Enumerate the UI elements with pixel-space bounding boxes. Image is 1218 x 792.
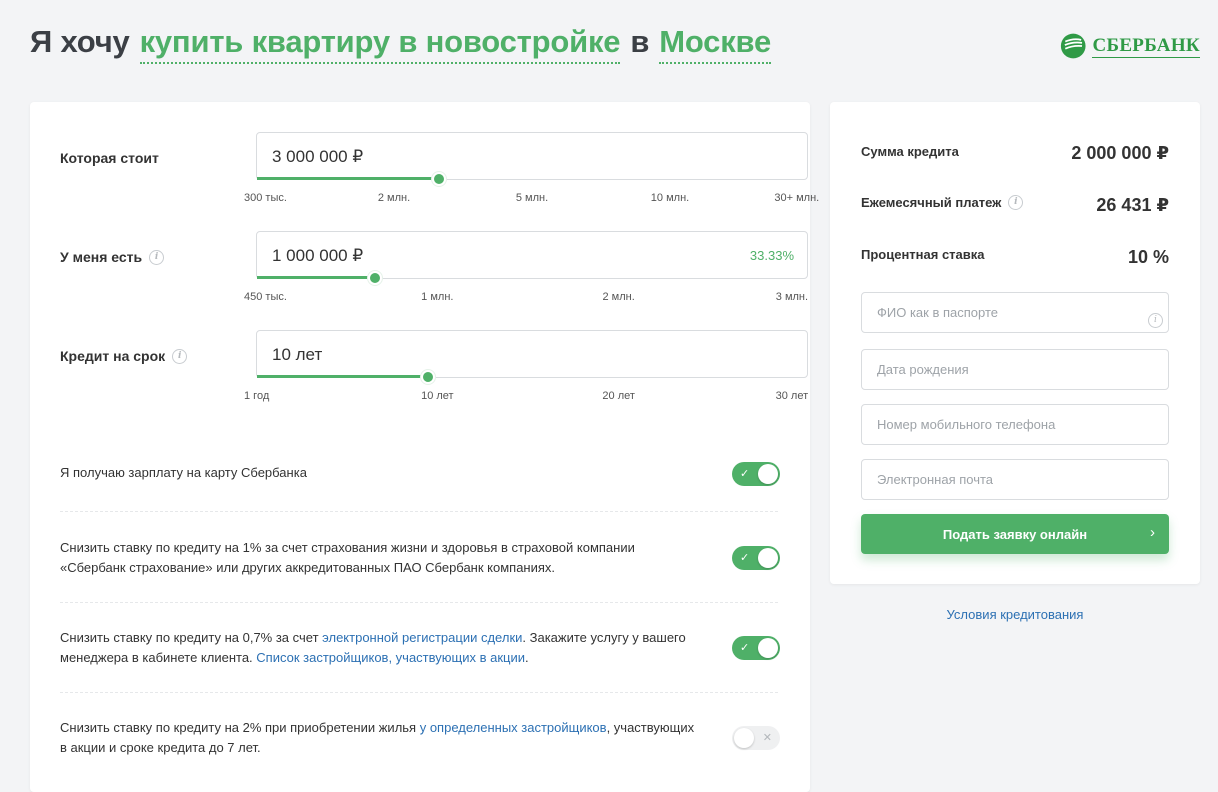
divider [60, 692, 778, 693]
e-registration-link[interactable]: электронной регистрации сделки [322, 630, 522, 645]
headline-connector: в [630, 24, 650, 59]
term-value[interactable]: 10 лет [272, 345, 322, 365]
tick-label[interactable]: 3 млн. [776, 291, 808, 303]
page-headline: Я хочу купить квартиру в новостройке в М… [30, 24, 771, 68]
tick-label[interactable]: 10 млн. [651, 192, 689, 204]
tick-label[interactable]: 30+ млн. [774, 192, 819, 204]
purpose-selector[interactable]: купить квартиру в новостройке [139, 24, 621, 64]
term-label: Кредит на срок i [60, 348, 188, 364]
sberbank-logo[interactable]: СБЕРБАНК [1060, 30, 1200, 62]
tick-label[interactable]: 2 млн. [378, 192, 410, 204]
price-value[interactable]: 3 000 000 ₽ [272, 147, 363, 167]
toggle-knob [734, 728, 754, 748]
price-slider-fill [257, 177, 439, 180]
info-icon[interactable]: i [1008, 195, 1024, 210]
term-ticks: 1 год 10 лет 20 лет 30 лет [244, 390, 808, 404]
registration-text-1: Снизить ставку по кредиту на 0,7% за сче… [60, 630, 323, 645]
submit-label: Подать заявку онлайн [942, 526, 1088, 542]
monthly-payment-label: Ежемесячный платеж i [861, 195, 1024, 210]
price-label: Которая стоит [60, 150, 159, 166]
insurance-toggle[interactable]: ✓ [732, 546, 780, 570]
loan-amount-label: Сумма кредита [861, 144, 959, 159]
summary-card: Сумма кредита 2 000 000 ₽ Ежемесячный пл… [830, 102, 1200, 584]
down-payment-value[interactable]: 1 000 000 ₽ [272, 246, 363, 266]
price-ticks: 300 тыс. 2 млн. 5 млн. 10 млн. 30+ млн. [244, 192, 819, 206]
monthly-payment-label-text: Ежемесячный платеж [861, 195, 1002, 210]
developers-text-1: Снизить ставку по кредиту на 2% при прио… [60, 720, 420, 735]
city-selector[interactable]: Москве [659, 24, 771, 64]
check-icon: ✓ [740, 468, 750, 480]
divider [60, 511, 778, 512]
developers-list-link[interactable]: Список застройщиков, участвующих в акции [256, 650, 525, 665]
full-name-input[interactable] [861, 292, 1169, 333]
toggle-knob [758, 464, 778, 484]
tick-label[interactable]: 30 лет [776, 390, 809, 402]
sberbank-logo-icon [1060, 33, 1086, 59]
down-payment-label-text: У меня есть [60, 249, 143, 265]
down-payment-percent: 33.33% [749, 248, 794, 263]
check-icon: ✓ [740, 552, 750, 564]
down-payment-ticks: 450 тыс. 1 млн. 2 млн. 3 млн. [244, 291, 808, 305]
check-icon: ✓ [740, 642, 750, 654]
info-icon[interactable]: i [149, 249, 165, 265]
down-payment-slider[interactable]: 1 000 000 ₽ 33.33% [256, 231, 808, 285]
down-payment-slider-fill [257, 276, 375, 279]
toggle-knob [758, 638, 778, 658]
headline-prefix: Я хочу [30, 24, 130, 59]
registration-text-3: . [524, 650, 529, 665]
insurance-option-text: Снизить ставку по кредиту на 1% за счет … [60, 540, 635, 575]
monthly-payment-value: 26 431 ₽ [1096, 195, 1169, 215]
developers-option-text: Снизить ставку по кредиту на 2% при прио… [60, 718, 700, 758]
certain-developers-link[interactable]: у определенных застройщиков [420, 720, 607, 735]
birth-date-input[interactable] [861, 349, 1169, 390]
credit-terms-link[interactable]: Условия кредитования [830, 607, 1200, 622]
developers-toggle[interactable]: ✕ [732, 726, 780, 750]
price-slider[interactable]: 3 000 000 ₽ [256, 132, 808, 186]
rate-value: 10 % [1127, 247, 1169, 267]
submit-application-button[interactable]: Подать заявку онлайн › [861, 514, 1169, 554]
phone-input[interactable] [861, 404, 1169, 445]
price-label-text: Которая стоит [60, 150, 159, 166]
registration-toggle[interactable]: ✓ [732, 636, 780, 660]
down-payment-label: У меня есть i [60, 249, 165, 265]
toggle-knob [758, 548, 778, 568]
tick-label[interactable]: 300 тыс. [244, 192, 287, 204]
tick-label[interactable]: 20 лет [602, 390, 635, 402]
divider [60, 602, 778, 603]
salary-option-text: Я получаю зарплату на карту Сбербанка [60, 465, 307, 480]
tick-label[interactable]: 5 млн. [516, 192, 548, 204]
term-slider[interactable]: 10 лет [256, 330, 808, 384]
term-label-text: Кредит на срок [60, 348, 166, 364]
tick-label[interactable]: 10 лет [421, 390, 454, 402]
info-icon[interactable]: i [172, 348, 188, 364]
price-slider-handle[interactable] [432, 172, 446, 186]
registration-option-text: Снизить ставку по кредиту на 0,7% за сче… [60, 628, 700, 668]
down-payment-slider-handle[interactable] [368, 271, 382, 285]
term-slider-handle[interactable] [421, 370, 435, 384]
tick-label[interactable]: 450 тыс. [244, 291, 287, 303]
tick-label[interactable]: 1 млн. [421, 291, 453, 303]
info-icon[interactable]: i [1148, 313, 1163, 328]
tick-label[interactable]: 1 год [244, 390, 269, 402]
bank-name: СБЕРБАНК [1092, 34, 1200, 58]
term-slider-fill [257, 375, 428, 378]
loan-amount-value: 2 000 000 ₽ [1071, 143, 1169, 163]
close-icon: ✕ [762, 732, 772, 744]
salary-toggle[interactable]: ✓ [732, 462, 780, 486]
tick-label[interactable]: 2 млн. [603, 291, 635, 303]
chevron-right-icon: › [1150, 524, 1155, 541]
rate-label: Процентная ставка [861, 247, 985, 262]
calculator-card: Которая стоит 3 000 000 ₽ 300 тыс. 2 млн.… [30, 102, 819, 792]
email-input[interactable] [861, 459, 1169, 500]
